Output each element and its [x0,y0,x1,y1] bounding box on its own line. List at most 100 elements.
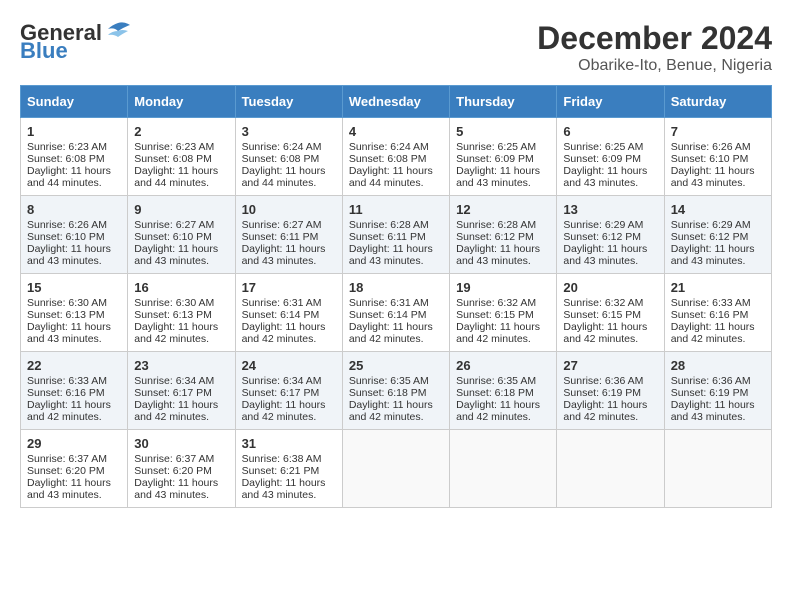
daylight-label: Daylight: 11 hours and 43 minutes. [27,321,111,345]
day-number: 29 [27,436,121,451]
calendar-cell: 22 Sunrise: 6:33 AMSunset: 6:16 PMDayligh… [21,352,128,430]
sunrise-label: Sunrise: 6:25 AM [563,141,643,153]
day-number: 22 [27,358,121,373]
calendar-week-row: 15Sunrise: 6:30 AMSunset: 6:13 PMDayligh… [21,274,772,352]
calendar-cell: 29Sunrise: 6:37 AMSunset: 6:20 PMDayligh… [21,430,128,508]
sunrise-label: Sunrise: 6:25 AM [456,141,536,153]
calendar-cell [664,430,771,508]
calendar-cell: 21Sunrise: 6:33 AMSunset: 6:16 PMDayligh… [664,274,771,352]
sunrise-label: Sunrise: 6:30 AM [27,297,107,309]
sunset-label: Sunset: 6:17 PM [134,387,212,399]
daylight-label: Daylight: 11 hours and 42 minutes. [349,321,433,345]
sunrise-label: Sunrise: 6:33 AM [27,375,107,387]
daylight-label: Daylight: 11 hours and 43 minutes. [671,399,755,423]
calendar-cell: 1Sunrise: 6:23 AMSunset: 6:08 PMDaylight… [21,118,128,196]
day-number: 23 [134,358,228,373]
sunset-label: Sunset: 6:10 PM [27,231,105,243]
sunrise-label: Sunrise: 6:29 AM [563,219,643,231]
daylight-label: Daylight: 11 hours and 44 minutes. [27,165,111,189]
sunrise-label: Sunrise: 6:28 AM [456,219,536,231]
sunset-label: Sunset: 6:14 PM [349,309,427,321]
calendar-cell: 7Sunrise: 6:26 AMSunset: 6:10 PMDaylight… [664,118,771,196]
calendar-cell: 23Sunrise: 6:34 AMSunset: 6:17 PMDayligh… [128,352,235,430]
calendar-cell [557,430,664,508]
day-number: 10 [242,202,336,217]
sunset-label: Sunset: 6:21 PM [242,465,320,477]
sunrise-label: Sunrise: 6:36 AM [563,375,643,387]
logo: General Blue [20,20,132,64]
sunset-label: Sunset: 6:10 PM [671,153,749,165]
sunset-label: Sunset: 6:20 PM [27,465,105,477]
calendar-cell [342,430,449,508]
calendar-week-row: 22Sunrise: 6:33 AMSunset: 6:16 PMDayligh… [21,352,772,430]
day-number: 13 [563,202,657,217]
daylight-label: Daylight: 11 hours and 43 minutes. [563,243,647,267]
daylight-label: Daylight: 11 hours and 44 minutes. [134,165,218,189]
sunset-label: Sunset: 6:08 PM [134,153,212,165]
day-number: 6 [563,124,657,139]
daylight-label: Daylight: 11 hours and 43 minutes. [671,243,755,267]
column-header-monday: Monday [128,86,235,118]
calendar-cell: 27Sunrise: 6:36 AMSunset: 6:19 PMDayligh… [557,352,664,430]
title-block: December 2024 Obarike-Ito, Benue, Nigeri… [537,20,772,75]
calendar-cell: 10Sunrise: 6:27 AMSunset: 6:11 PMDayligh… [235,196,342,274]
day-number: 5 [456,124,550,139]
column-header-wednesday: Wednesday [342,86,449,118]
column-header-saturday: Saturday [664,86,771,118]
sunset-label: Sunset: 6:10 PM [134,231,212,243]
sunrise-label: Sunrise: 6:27 AM [134,219,214,231]
sunrise-label: Sunrise: 6:38 AM [242,453,322,465]
day-number: 26 [456,358,550,373]
calendar-table: SundayMondayTuesdayWednesdayThursdayFrid… [20,85,772,508]
sunrise-label: Sunrise: 6:31 AM [349,297,429,309]
sunset-label: Sunset: 6:19 PM [563,387,641,399]
day-number: 28 [671,358,765,373]
calendar-cell: 17Sunrise: 6:31 AMSunset: 6:14 PMDayligh… [235,274,342,352]
sunset-label: Sunset: 6:16 PM [27,387,105,399]
calendar-header-row: SundayMondayTuesdayWednesdayThursdayFrid… [21,86,772,118]
calendar-cell: 3Sunrise: 6:24 AMSunset: 6:08 PMDaylight… [235,118,342,196]
sunrise-label: Sunrise: 6:35 AM [456,375,536,387]
sunset-label: Sunset: 6:08 PM [27,153,105,165]
sunrise-label: Sunrise: 6:24 AM [349,141,429,153]
sunrise-label: Sunrise: 6:26 AM [27,219,107,231]
sunset-label: Sunset: 6:13 PM [27,309,105,321]
column-header-tuesday: Tuesday [235,86,342,118]
calendar-cell: 25Sunrise: 6:35 AMSunset: 6:18 PMDayligh… [342,352,449,430]
daylight-label: Daylight: 11 hours and 42 minutes. [134,321,218,345]
sunset-label: Sunset: 6:13 PM [134,309,212,321]
daylight-label: Daylight: 11 hours and 43 minutes. [456,165,540,189]
calendar-cell: 24Sunrise: 6:34 AMSunset: 6:17 PMDayligh… [235,352,342,430]
day-number: 30 [134,436,228,451]
calendar-cell: 18Sunrise: 6:31 AMSunset: 6:14 PMDayligh… [342,274,449,352]
page-title: December 2024 [537,20,772,57]
sunset-label: Sunset: 6:17 PM [242,387,320,399]
calendar-cell: 9Sunrise: 6:27 AMSunset: 6:10 PMDaylight… [128,196,235,274]
page-header: General Blue December 2024 Obarike-Ito, … [20,20,772,75]
daylight-label: Daylight: 11 hours and 42 minutes. [563,321,647,345]
sunset-label: Sunset: 6:12 PM [671,231,749,243]
calendar-cell: 31Sunrise: 6:38 AMSunset: 6:21 PMDayligh… [235,430,342,508]
day-number: 12 [456,202,550,217]
daylight-label: Daylight: 11 hours and 44 minutes. [242,165,326,189]
page-subtitle: Obarike-Ito, Benue, Nigeria [537,57,772,75]
sunset-label: Sunset: 6:18 PM [456,387,534,399]
day-number: 7 [671,124,765,139]
day-number: 3 [242,124,336,139]
calendar-cell: 14Sunrise: 6:29 AMSunset: 6:12 PMDayligh… [664,196,771,274]
sunset-label: Sunset: 6:12 PM [456,231,534,243]
sunset-label: Sunset: 6:11 PM [242,231,319,243]
calendar-cell: 12Sunrise: 6:28 AMSunset: 6:12 PMDayligh… [450,196,557,274]
daylight-label: Daylight: 11 hours and 42 minutes. [27,399,111,423]
calendar-cell: 11Sunrise: 6:28 AMSunset: 6:11 PMDayligh… [342,196,449,274]
daylight-label: Daylight: 11 hours and 43 minutes. [134,477,218,501]
sunrise-label: Sunrise: 6:23 AM [27,141,107,153]
column-header-friday: Friday [557,86,664,118]
day-number: 14 [671,202,765,217]
calendar-cell: 15Sunrise: 6:30 AMSunset: 6:13 PMDayligh… [21,274,128,352]
calendar-week-row: 1Sunrise: 6:23 AMSunset: 6:08 PMDaylight… [21,118,772,196]
calendar-cell: 28Sunrise: 6:36 AMSunset: 6:19 PMDayligh… [664,352,771,430]
calendar-cell: 20Sunrise: 6:32 AMSunset: 6:15 PMDayligh… [557,274,664,352]
sunset-label: Sunset: 6:08 PM [242,153,320,165]
daylight-label: Daylight: 11 hours and 43 minutes. [671,165,755,189]
